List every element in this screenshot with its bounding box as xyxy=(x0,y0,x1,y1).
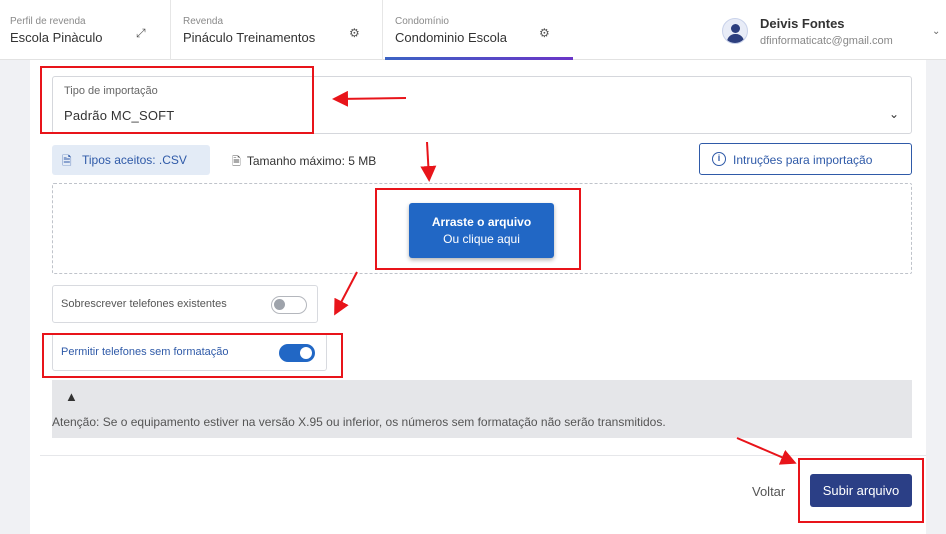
avatar xyxy=(722,18,748,44)
condominium-value: Condominio Escola xyxy=(395,30,508,45)
warning-alert: ▲ Atenção: Se o equipamento estiver na v… xyxy=(52,380,912,438)
chevron-down-icon[interactable]: ⌄ xyxy=(889,107,899,121)
top-bar: Perfil de revenda Escola Pinàculo ⤢ Reve… xyxy=(0,0,946,60)
import-instructions-label: Intruções para importação xyxy=(733,153,873,167)
active-tab-indicator xyxy=(385,57,573,60)
back-button[interactable]: Voltar xyxy=(752,484,785,499)
annotation-box-unformatted xyxy=(42,333,343,378)
user-email: dfinformaticatc@gmail.com xyxy=(760,35,893,47)
warning-text: Atenção: Se o equipamento estiver na ver… xyxy=(52,415,666,429)
warning-icon: ▲ xyxy=(65,389,78,404)
reseller-profile-label: Perfil de revenda xyxy=(10,16,86,27)
arrow-to-submit xyxy=(736,437,797,465)
swap-arrows-icon[interactable]: ⤢ xyxy=(136,26,146,41)
accepted-types-badge: 🗎 Tipos aceitos: .CSV xyxy=(52,145,210,175)
overwrite-phones-option: Sobrescrever telefones existentes xyxy=(52,285,318,323)
chevron-down-icon[interactable]: ⌄ xyxy=(932,26,940,37)
max-size-info: 🗎 Tamanho máximo: 5 MB xyxy=(232,153,376,172)
import-instructions-button[interactable]: i Intruções para importação xyxy=(699,143,912,175)
overwrite-phones-toggle[interactable] xyxy=(271,296,307,314)
annotation-box-import-type xyxy=(40,66,314,134)
user-menu[interactable]: Deivis Fontes dfinformaticatc@gmail.com … xyxy=(718,14,946,54)
reseller-profile-selector[interactable]: Perfil de revenda Escola Pinàculo ⤢ xyxy=(0,0,171,60)
file-size-icon: 🗎 xyxy=(232,156,241,168)
page-background-right xyxy=(926,60,946,534)
arrow-to-unformatted xyxy=(334,271,358,316)
overwrite-phones-label: Sobrescrever telefones existentes xyxy=(61,298,227,310)
annotation-box-upload xyxy=(375,188,581,270)
condominium-selector[interactable]: Condomínio Condominio Escola ⚙ xyxy=(383,0,583,60)
user-name: Deivis Fontes xyxy=(760,16,845,31)
gear-icon[interactable]: ⚙ xyxy=(539,26,550,40)
accepted-types-text: Tipos aceitos: .CSV xyxy=(82,153,187,167)
divider xyxy=(40,455,926,456)
page-background-left xyxy=(0,60,30,534)
arrow-to-upload xyxy=(420,141,437,182)
max-size-text: Tamanho máximo: 5 MB xyxy=(246,154,377,168)
file-icon: 🗎 xyxy=(62,154,72,168)
reseller-selector[interactable]: Revenda Pináculo Treinamentos ⚙ xyxy=(171,0,383,60)
reseller-value: Pináculo Treinamentos xyxy=(183,30,316,45)
annotation-box-submit xyxy=(798,458,924,523)
info-icon: i xyxy=(712,152,726,166)
reseller-label: Revenda xyxy=(183,16,224,27)
gear-icon[interactable]: ⚙ xyxy=(349,26,360,40)
condominium-label: Condomínio xyxy=(395,16,449,27)
reseller-profile-value: Escola Pinàculo xyxy=(10,30,103,45)
